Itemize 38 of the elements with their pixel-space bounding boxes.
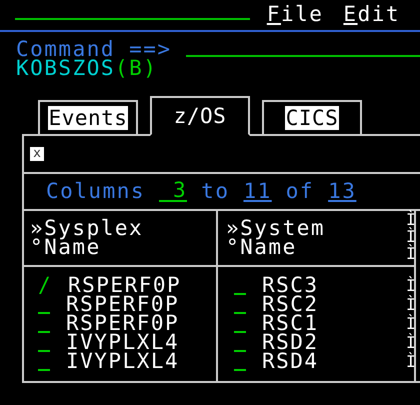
table-cell: RSPERF0P xyxy=(66,314,180,333)
table-cell: Ì xyxy=(406,333,416,352)
table-cell: Ì xyxy=(406,276,416,295)
column-header: Ì xyxy=(406,245,414,262)
column-header: °Name xyxy=(30,238,101,257)
table-cell: RSC2 xyxy=(262,295,319,314)
table-cell: IVYPLXL4 xyxy=(66,352,180,371)
menu-item[interactable]: Edit xyxy=(343,5,400,24)
column-header: °Name xyxy=(226,238,297,257)
table-cell: Ì xyxy=(406,295,416,314)
close-icon[interactable]: x xyxy=(30,147,44,161)
column-to-value: 11 xyxy=(243,182,272,201)
column-total-value: 13 xyxy=(328,182,356,201)
columns-label: Columns xyxy=(46,182,146,201)
column-header: »Sysplex xyxy=(30,219,144,238)
column-header: »System xyxy=(226,219,326,238)
table-cell: Ì xyxy=(406,352,416,371)
table-cell: RSC3 xyxy=(262,276,319,295)
column-header: Ì xyxy=(406,211,414,228)
workspace-name: KOBSZOS xyxy=(16,56,116,80)
of-label: of xyxy=(286,182,314,201)
table-cell: RSPERF0P xyxy=(68,276,182,295)
column-from-field[interactable]: 3 xyxy=(159,181,188,202)
tab[interactable]: CICS xyxy=(262,100,362,134)
table-cell: RSD2 xyxy=(262,333,319,352)
command-label: Command ==> xyxy=(16,40,172,59)
row-action-field[interactable]: / xyxy=(38,276,52,293)
table-cell: IVYPLXL4 xyxy=(66,333,180,352)
menu-item[interactable]: File xyxy=(266,5,324,24)
table-cell: Ì xyxy=(406,314,416,333)
table-cell: RSD4 xyxy=(262,352,319,371)
tab[interactable]: z/OS xyxy=(150,96,250,136)
table-cell: RSPERF0P xyxy=(66,295,180,314)
tab[interactable]: Events xyxy=(38,100,138,134)
to-label: to xyxy=(201,182,230,201)
workspace-suffix: (B) xyxy=(115,56,158,80)
table-cell: RSC1 xyxy=(262,314,319,333)
column-header: Ì xyxy=(406,228,414,245)
